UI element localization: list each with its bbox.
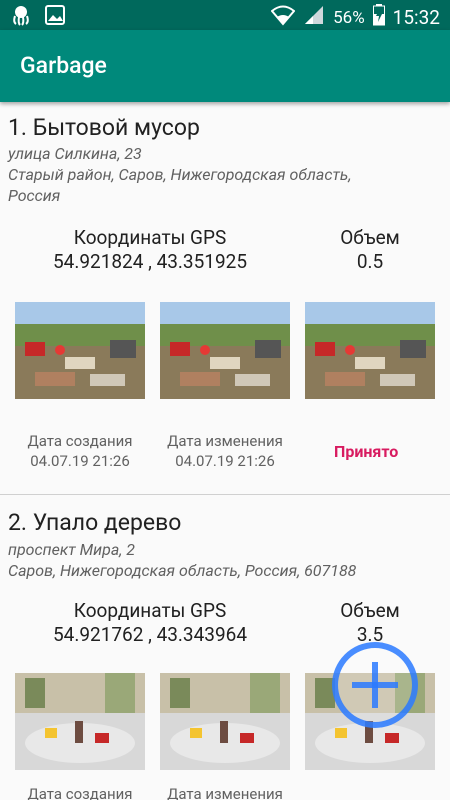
add-button[interactable]	[332, 642, 418, 728]
photo-thumbnail[interactable]	[160, 673, 290, 770]
gps-label: Координаты GPS	[73, 599, 227, 622]
photo-thumbnail[interactable]	[15, 302, 145, 399]
item-address-line: Россия	[8, 186, 61, 205]
photo-thumbnail[interactable]	[15, 673, 145, 770]
item-address-line: Саров, Нижегородская область, Россия, 60…	[8, 561, 357, 580]
app-bar: Garbage	[0, 30, 450, 102]
modified-label: Дата изменения	[167, 432, 283, 450]
gps-value: 54.921824 , 43.351925	[52, 250, 248, 273]
volume-label: Объем	[340, 226, 400, 249]
status-bar: 56% 15:32	[0, 0, 450, 30]
wifi-icon	[270, 4, 296, 31]
image-icon	[44, 4, 66, 30]
octopus-icon	[10, 4, 32, 30]
item-address-line: проспект Мира, 2	[8, 540, 135, 559]
battery-text: 56%	[333, 7, 365, 28]
created-label: Дата создания	[27, 432, 133, 450]
gps-label: Координаты GPS	[73, 226, 227, 249]
created-label: Дата создания	[27, 785, 133, 800]
clock: 15:32	[392, 6, 440, 29]
volume-label: Объем	[340, 599, 400, 622]
volume-value: 0.5	[356, 250, 384, 273]
item-title: 1. Бытовой мусор	[8, 114, 200, 141]
gps-value: 54.921762 , 43.343964	[52, 623, 248, 646]
app-title: Garbage	[20, 52, 107, 79]
created-date: 04.07.19 21:26	[30, 452, 130, 470]
photo-thumbnail[interactable]	[305, 302, 435, 399]
signal-icon	[303, 4, 325, 31]
item-address-line: Старый район, Саров, Нижегородская облас…	[8, 165, 352, 184]
status-badge: Принято	[334, 442, 399, 461]
list-item[interactable]: 1. Бытовой мусор улица Силкина, 23 Стары…	[0, 102, 450, 494]
item-title: 2. Упало дерево	[8, 509, 182, 536]
photo-thumbnail[interactable]	[160, 302, 290, 399]
modified-label: Дата изменения	[167, 785, 283, 800]
item-address-line: улица Силкина, 23	[8, 144, 142, 163]
battery-icon	[372, 4, 385, 31]
modified-date: 04.07.19 21:26	[175, 452, 275, 470]
